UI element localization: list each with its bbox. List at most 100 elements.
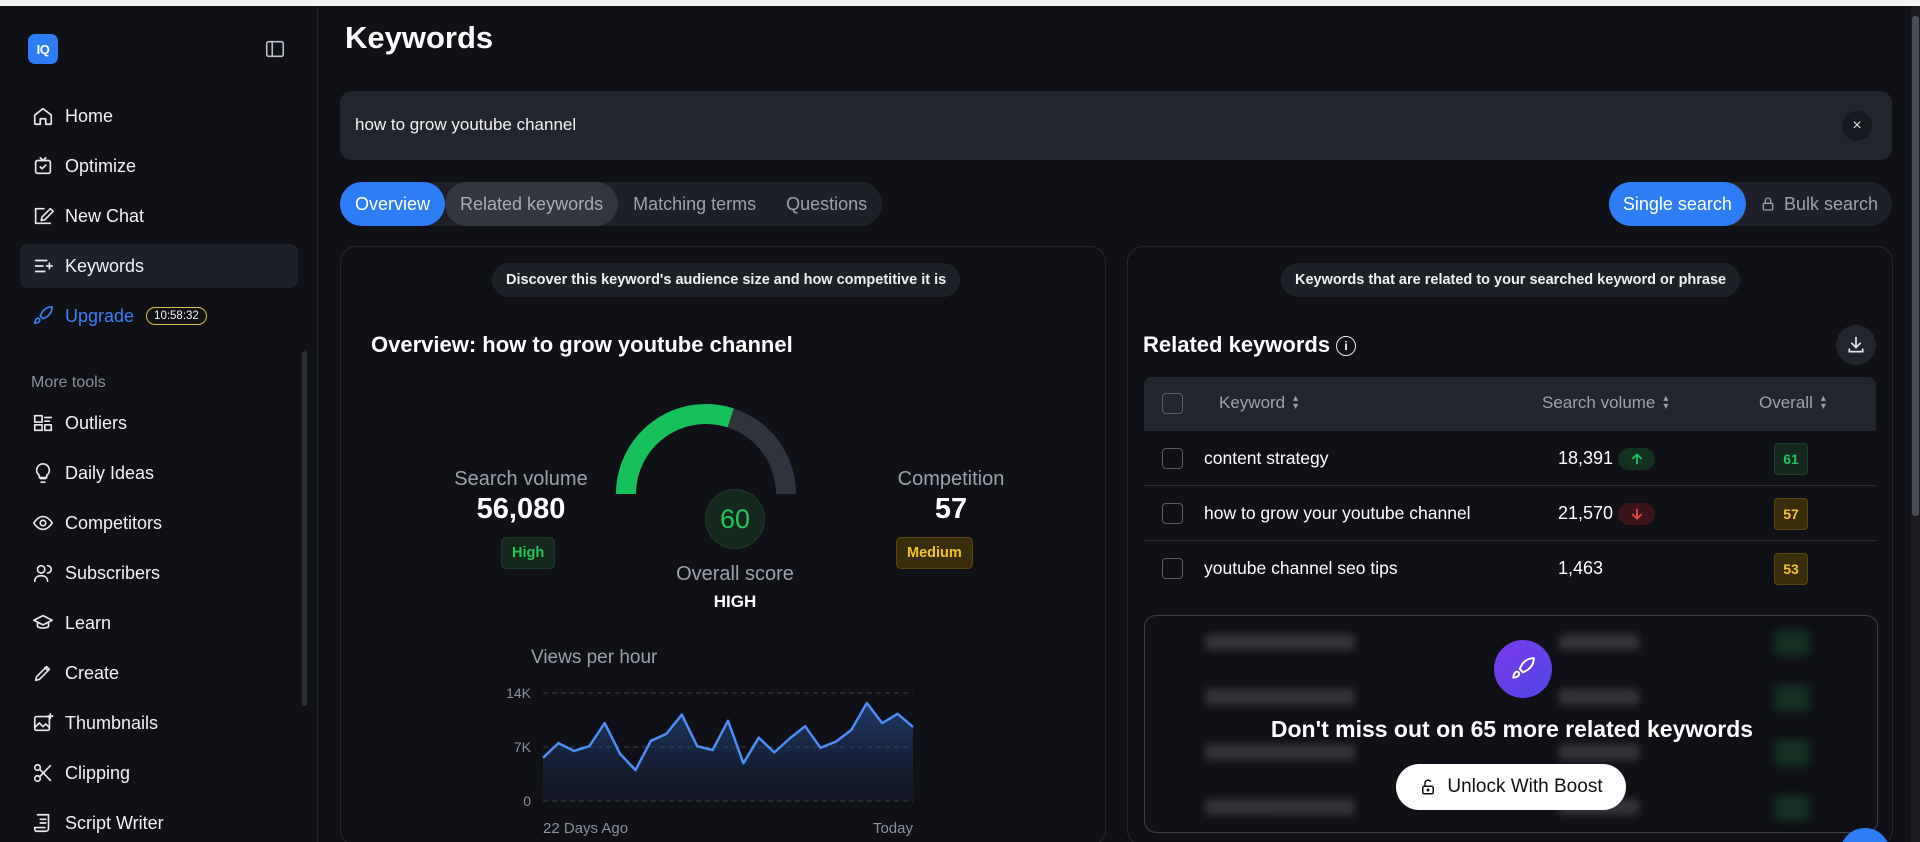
row-score: 61 bbox=[1774, 443, 1808, 475]
single-search-button[interactable]: Single search bbox=[1608, 182, 1746, 226]
row-volume: 1,463 bbox=[1558, 558, 1604, 578]
tab-overview[interactable]: Overview bbox=[340, 182, 446, 226]
score-circle: 60 bbox=[705, 489, 765, 549]
sidebar-item-daily-ideas[interactable]: Daily Ideas bbox=[20, 451, 298, 495]
column-keyword[interactable]: Keyword ▴ ▾ bbox=[1219, 393, 1298, 413]
sidebar-item-label: Upgrade bbox=[65, 305, 135, 326]
competition-value: 57 bbox=[934, 493, 968, 525]
sidebar-item-label: Create bbox=[65, 662, 120, 683]
related-hint-pill: Keywords that are related to your search… bbox=[1281, 263, 1741, 297]
tab-matching-terms[interactable]: Matching terms bbox=[618, 182, 771, 226]
select-all-checkbox[interactable] bbox=[1162, 393, 1183, 414]
sidebar-item-optimize[interactable]: Optimize bbox=[20, 144, 298, 188]
row-checkbox[interactable] bbox=[1162, 558, 1183, 579]
table-row[interactable]: youtube channel seo tips 1,463 53 bbox=[1144, 541, 1876, 596]
column-search-volume[interactable]: Search volume ▴ ▾ bbox=[1542, 393, 1668, 413]
related-keywords-card: Keywords that are related to your search… bbox=[1127, 246, 1893, 842]
bulk-search-label: Bulk search bbox=[1783, 193, 1878, 214]
tab-questions[interactable]: Questions bbox=[771, 182, 882, 226]
search-volume-label: Search volume bbox=[454, 468, 588, 490]
sidebar-item-learn[interactable]: Learn bbox=[20, 601, 298, 645]
search-bar: × bbox=[340, 91, 1892, 160]
bulk-search-button[interactable]: Bulk search bbox=[1746, 182, 1892, 226]
sidebar-item-competitors[interactable]: Competitors bbox=[20, 501, 298, 545]
column-overall-label: Overall bbox=[1759, 393, 1813, 412]
page-scrollbar-thumb[interactable] bbox=[1912, 16, 1919, 516]
keyword-search-input[interactable] bbox=[355, 109, 1755, 141]
search-volume-value: 56,080 bbox=[476, 493, 566, 525]
table-row[interactable]: how to grow your youtube channel 21,570 … bbox=[1144, 486, 1876, 541]
sidebar-item-home[interactable]: Home bbox=[20, 94, 298, 138]
unlock-label: Unlock With Boost bbox=[1447, 776, 1603, 797]
lock-icon bbox=[1762, 197, 1774, 211]
app-logo[interactable]: IQ bbox=[28, 34, 58, 64]
chart-y-tick-label: 14K bbox=[506, 685, 532, 701]
sidebar-item-subscribers[interactable]: Subscribers bbox=[20, 551, 298, 595]
sidebar-item-label: Home bbox=[65, 105, 114, 126]
sidebar-item-thumbnails[interactable]: Thumbnails bbox=[20, 701, 298, 745]
edit-icon bbox=[31, 204, 55, 228]
column-overall[interactable]: Overall ▴ ▾ bbox=[1759, 393, 1826, 413]
rocket-icon bbox=[31, 304, 55, 328]
more-tools-heading: More tools bbox=[31, 374, 106, 391]
sidebar-item-create[interactable]: Create bbox=[20, 651, 298, 695]
page-scrollbar[interactable] bbox=[1911, 6, 1920, 842]
views-per-hour-chart: 14K 7K 0 22 Days Ago Today bbox=[506, 685, 914, 837]
sidebar: IQ Home Optimize New Chat Keywords Upgra… bbox=[0, 6, 318, 842]
page-title: Keywords bbox=[345, 20, 494, 55]
overall-score-gauge bbox=[616, 404, 796, 495]
sort-icon: ▴ ▾ bbox=[1293, 393, 1299, 412]
chart-y-tick-label: 0 bbox=[523, 793, 531, 809]
sidebar-item-new-chat[interactable]: New Chat bbox=[20, 194, 298, 238]
sidebar-item-keywords[interactable]: Keywords bbox=[20, 244, 298, 288]
scissors-icon bbox=[31, 761, 55, 785]
keywords-icon bbox=[31, 254, 55, 278]
row-volume: 18,391 bbox=[1558, 448, 1614, 468]
locked-message: Don't miss out on 65 more related keywor… bbox=[1270, 716, 1754, 742]
sidebar-item-script-writer[interactable]: Script Writer bbox=[20, 801, 298, 842]
score-value: 60 bbox=[719, 503, 751, 534]
download-button[interactable] bbox=[1836, 325, 1876, 365]
rocket-icon bbox=[1494, 640, 1552, 698]
image-icon bbox=[31, 711, 55, 735]
row-keyword: content strategy bbox=[1204, 448, 1329, 468]
search-volume-badge: High bbox=[501, 537, 556, 569]
unlock-with-boost-button[interactable]: Unlock With Boost bbox=[1396, 764, 1626, 810]
sort-icon: ▴ ▾ bbox=[1820, 393, 1826, 412]
overview-card: Discover this keyword's audience size an… bbox=[340, 246, 1106, 842]
unlock-icon bbox=[1422, 779, 1435, 795]
sidebar-item-label: Optimize bbox=[65, 155, 137, 176]
sidebar-item-clipping[interactable]: Clipping bbox=[20, 751, 298, 795]
sidebar-item-label: New Chat bbox=[65, 205, 145, 226]
competition-badge: Medium bbox=[896, 537, 973, 569]
sidebar-item-upgrade[interactable]: Upgrade 10:58:32 bbox=[20, 294, 298, 338]
competition-label: Competition bbox=[897, 468, 1005, 490]
row-score: 53 bbox=[1774, 553, 1808, 585]
score-label: Overall score bbox=[676, 563, 794, 585]
row-keyword: youtube channel seo tips bbox=[1204, 558, 1398, 578]
related-heading-text: Related keywords bbox=[1143, 332, 1331, 357]
row-checkbox[interactable] bbox=[1162, 503, 1183, 524]
chart-title: Views per hour bbox=[531, 647, 658, 668]
row-volume: 21,570 bbox=[1558, 503, 1614, 523]
optimize-icon bbox=[31, 154, 55, 178]
row-checkbox[interactable] bbox=[1162, 448, 1183, 469]
table-header: Keyword ▴ ▾ Search volume ▴ ▾ Overall ▴ ▾ bbox=[1144, 377, 1876, 431]
sidebar-scrollbar[interactable] bbox=[302, 351, 307, 706]
sidebar-item-outliers[interactable]: Outliers bbox=[20, 401, 298, 445]
clear-search-button[interactable]: × bbox=[1842, 111, 1872, 141]
sidebar-toggle-icon[interactable] bbox=[264, 38, 286, 60]
info-icon[interactable]: i bbox=[1336, 336, 1357, 357]
sidebar-item-label: Script Writer bbox=[65, 812, 164, 833]
search-mode-toggle: Single search Bulk search bbox=[1608, 182, 1892, 226]
sidebar-item-label: Learn bbox=[65, 612, 112, 633]
column-search-volume-label: Search volume bbox=[1542, 393, 1656, 412]
table-row[interactable]: content strategy 18,391 61 bbox=[1144, 431, 1876, 486]
overview-hint-pill: Discover this keyword's audience size an… bbox=[492, 263, 961, 297]
tab-related-keywords[interactable]: Related keywords bbox=[445, 182, 619, 226]
outliers-icon bbox=[31, 411, 55, 435]
graduation-cap-icon bbox=[31, 611, 55, 635]
script-icon bbox=[31, 811, 55, 835]
trend-up-icon bbox=[1618, 448, 1655, 470]
eye-icon bbox=[31, 511, 55, 535]
